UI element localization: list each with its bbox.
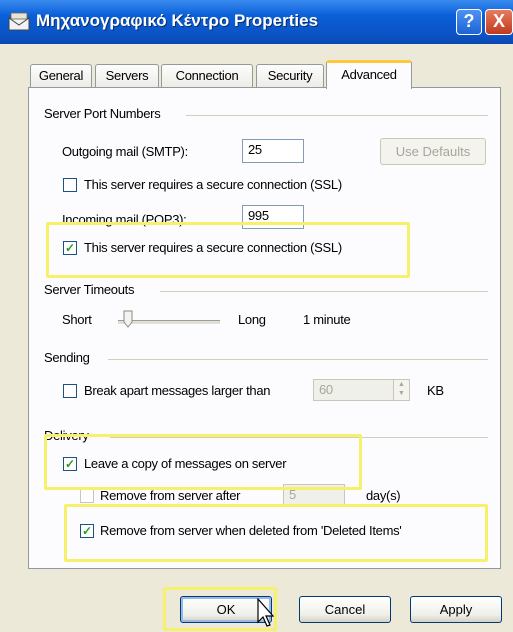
remove-after-checkbox[interactable] bbox=[80, 489, 94, 503]
remove-deleted-checkbox[interactable]: ✓ bbox=[80, 524, 94, 538]
sending-heading: Sending bbox=[44, 350, 90, 365]
close-button[interactable]: X bbox=[485, 9, 513, 35]
account-properties-icon bbox=[8, 12, 30, 31]
break-apart-label: Break apart messages larger than bbox=[84, 383, 271, 398]
group-divider bbox=[160, 291, 488, 292]
server-timeouts-heading: Server Timeouts bbox=[44, 282, 135, 297]
timeout-long-label: Long bbox=[238, 312, 266, 327]
incoming-mail-label: Incoming mail (POP3): bbox=[62, 212, 187, 227]
group-divider bbox=[108, 359, 488, 360]
timeout-slider-track[interactable] bbox=[118, 320, 220, 325]
outgoing-mail-label: Outgoing mail (SMTP): bbox=[62, 144, 188, 159]
outgoing-ssl-checkbox[interactable] bbox=[63, 178, 77, 192]
group-divider bbox=[110, 437, 488, 438]
remove-after-days-input[interactable]: 5 bbox=[283, 484, 345, 506]
incoming-ssl-checkbox[interactable]: ✓ bbox=[63, 241, 77, 255]
size-spinner[interactable]: ▲ ▼ bbox=[393, 379, 410, 401]
help-button[interactable]: ? bbox=[456, 9, 482, 35]
timeout-short-label: Short bbox=[62, 312, 92, 327]
incoming-port-input[interactable]: 995 bbox=[242, 205, 304, 229]
leave-copy-checkbox[interactable]: ✓ bbox=[63, 457, 77, 471]
remove-after-label: Remove from server after bbox=[100, 488, 241, 503]
delivery-heading: Delivery bbox=[44, 428, 89, 443]
timeout-value-label: 1 minute bbox=[303, 312, 351, 327]
title-bar[interactable]: Μηχανογραφικό Κέντρο Properties ? X bbox=[0, 0, 513, 45]
tab-advanced[interactable]: Advanced bbox=[326, 60, 412, 89]
tab-general[interactable]: General bbox=[30, 64, 92, 88]
use-defaults-button[interactable]: Use Defaults bbox=[380, 138, 486, 165]
tab-connection[interactable]: Connection bbox=[161, 64, 253, 88]
tab-security[interactable]: Security bbox=[256, 64, 324, 88]
remove-deleted-label: Remove from server when deleted from 'De… bbox=[100, 523, 402, 538]
days-unit-label: day(s) bbox=[366, 488, 401, 503]
break-apart-size-input[interactable]: 60 bbox=[313, 379, 394, 401]
cancel-button[interactable]: Cancel bbox=[299, 596, 391, 623]
break-apart-checkbox[interactable] bbox=[63, 384, 77, 398]
group-divider bbox=[186, 115, 488, 116]
mouse-pointer-icon bbox=[257, 598, 275, 627]
incoming-ssl-label: This server requires a secure connection… bbox=[84, 240, 342, 255]
outgoing-ssl-label: This server requires a secure connection… bbox=[84, 177, 342, 192]
timeout-slider-thumb[interactable] bbox=[123, 310, 133, 328]
apply-button[interactable]: Apply bbox=[410, 596, 502, 623]
window-title: Μηχανογραφικό Κέντρο Properties bbox=[36, 11, 319, 30]
size-unit-label: KB bbox=[427, 383, 444, 398]
tab-servers[interactable]: Servers bbox=[95, 64, 159, 88]
leave-copy-label: Leave a copy of messages on server bbox=[84, 456, 287, 471]
outgoing-port-input[interactable]: 25 bbox=[242, 139, 304, 163]
server-port-numbers-heading: Server Port Numbers bbox=[44, 106, 161, 121]
